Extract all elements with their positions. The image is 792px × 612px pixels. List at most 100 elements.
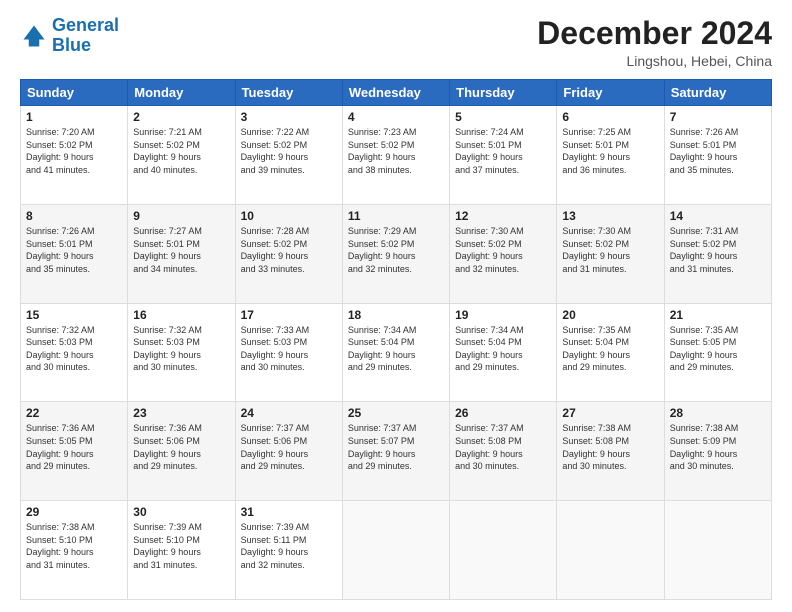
table-row: 16 Sunrise: 7:32 AMSunset: 5:03 PMDayligh… [128, 303, 235, 402]
calendar-week-row: 15 Sunrise: 7:32 AMSunset: 5:03 PMDayligh… [21, 303, 772, 402]
table-row: 1Sunrise: 7:20 AMSunset: 5:02 PMDaylight… [21, 106, 128, 205]
day-number: 12 [455, 209, 551, 223]
table-row: 10Sunrise: 7:28 AMSunset: 5:02 PMDayligh… [235, 204, 342, 303]
table-row: 15 Sunrise: 7:32 AMSunset: 5:03 PMDayligh… [21, 303, 128, 402]
day-number: 30 [133, 505, 229, 519]
day-info: Sunrise: 7:21 AMSunset: 5:02 PMDaylight:… [133, 126, 229, 176]
table-row: 17Sunrise: 7:33 AMSunset: 5:03 PMDayligh… [235, 303, 342, 402]
table-row: 29 Sunrise: 7:38 AMSunset: 5:10 PMDayligh… [21, 501, 128, 600]
table-row: 31 Sunrise: 7:39 AMSunset: 5:11 PMDayligh… [235, 501, 342, 600]
table-row: 23 Sunrise: 7:36 AMSunset: 5:06 PMDayligh… [128, 402, 235, 501]
day-number: 2 [133, 110, 229, 124]
day-info: Sunrise: 7:26 AMSunset: 5:01 PMDaylight:… [26, 225, 122, 275]
day-info: Sunrise: 7:39 AMSunset: 5:10 PMDaylight:… [133, 521, 229, 571]
day-info: Sunrise: 7:37 AMSunset: 5:06 PMDaylight:… [241, 422, 337, 472]
table-row: 12 Sunrise: 7:30 AMSunset: 5:02 PMDayligh… [450, 204, 557, 303]
table-row: 18 Sunrise: 7:34 AMSunset: 5:04 PMDayligh… [342, 303, 449, 402]
table-row: 24 Sunrise: 7:37 AMSunset: 5:06 PMDayligh… [235, 402, 342, 501]
col-monday: Monday [128, 80, 235, 106]
col-tuesday: Tuesday [235, 80, 342, 106]
day-number: 16 [133, 308, 229, 322]
day-info: Sunrise: 7:35 AMSunset: 5:04 PMDaylight:… [562, 324, 658, 374]
logo-line1: General [52, 16, 119, 36]
day-info: Sunrise: 7:32 AMSunset: 5:03 PMDaylight:… [133, 324, 229, 374]
day-number: 25 [348, 406, 444, 420]
day-number: 14 [670, 209, 766, 223]
day-info: Sunrise: 7:35 AMSunset: 5:05 PMDaylight:… [670, 324, 766, 374]
table-row: 22 Sunrise: 7:36 AMSunset: 5:05 PMDayligh… [21, 402, 128, 501]
day-number: 15 [26, 308, 122, 322]
col-thursday: Thursday [450, 80, 557, 106]
day-number: 17 [241, 308, 337, 322]
location: Lingshou, Hebei, China [537, 53, 772, 69]
day-info: Sunrise: 7:39 AMSunset: 5:11 PMDaylight:… [241, 521, 337, 571]
day-info: Sunrise: 7:30 AMSunset: 5:02 PMDaylight:… [455, 225, 551, 275]
day-number: 18 [348, 308, 444, 322]
table-row: 20 Sunrise: 7:35 AMSunset: 5:04 PMDayligh… [557, 303, 664, 402]
table-row: 30 Sunrise: 7:39 AMSunset: 5:10 PMDayligh… [128, 501, 235, 600]
day-info: Sunrise: 7:23 AMSunset: 5:02 PMDaylight:… [348, 126, 444, 176]
table-row: 28 Sunrise: 7:38 AMSunset: 5:09 PMDayligh… [664, 402, 771, 501]
day-number: 8 [26, 209, 122, 223]
day-info: Sunrise: 7:30 AMSunset: 5:02 PMDaylight:… [562, 225, 658, 275]
day-number: 23 [133, 406, 229, 420]
day-info: Sunrise: 7:36 AMSunset: 5:06 PMDaylight:… [133, 422, 229, 472]
table-row: 25Sunrise: 7:37 AMSunset: 5:07 PMDayligh… [342, 402, 449, 501]
header: General Blue December 2024 Lingshou, Heb… [20, 16, 772, 69]
day-info: Sunrise: 7:22 AMSunset: 5:02 PMDaylight:… [241, 126, 337, 176]
calendar-week-row: 8 Sunrise: 7:26 AMSunset: 5:01 PMDaylight… [21, 204, 772, 303]
logo: General Blue [20, 16, 119, 56]
table-row: 4 Sunrise: 7:23 AMSunset: 5:02 PMDaylight… [342, 106, 449, 205]
calendar-table: Sunday Monday Tuesday Wednesday Thursday… [20, 79, 772, 600]
day-number: 31 [241, 505, 337, 519]
day-number: 4 [348, 110, 444, 124]
page: General Blue December 2024 Lingshou, Heb… [0, 0, 792, 612]
table-row: 13 Sunrise: 7:30 AMSunset: 5:02 PMDayligh… [557, 204, 664, 303]
day-info: Sunrise: 7:38 AMSunset: 5:08 PMDaylight:… [562, 422, 658, 472]
table-row: 5Sunrise: 7:24 AMSunset: 5:01 PMDaylight… [450, 106, 557, 205]
col-friday: Friday [557, 80, 664, 106]
table-row: 7Sunrise: 7:26 AMSunset: 5:01 PMDaylight… [664, 106, 771, 205]
calendar-week-row: 1Sunrise: 7:20 AMSunset: 5:02 PMDaylight… [21, 106, 772, 205]
month-title: December 2024 [537, 16, 772, 51]
logo-line2: Blue [52, 36, 91, 56]
day-info: Sunrise: 7:25 AMSunset: 5:01 PMDaylight:… [562, 126, 658, 176]
logo-icon [20, 22, 48, 50]
day-number: 13 [562, 209, 658, 223]
table-row [450, 501, 557, 600]
table-row: 3Sunrise: 7:22 AMSunset: 5:02 PMDaylight… [235, 106, 342, 205]
day-info: Sunrise: 7:20 AMSunset: 5:02 PMDaylight:… [26, 126, 122, 176]
day-number: 24 [241, 406, 337, 420]
day-number: 28 [670, 406, 766, 420]
col-sunday: Sunday [21, 80, 128, 106]
day-info: Sunrise: 7:29 AMSunset: 5:02 PMDaylight:… [348, 225, 444, 275]
day-number: 29 [26, 505, 122, 519]
table-row: 14Sunrise: 7:31 AMSunset: 5:02 PMDayligh… [664, 204, 771, 303]
day-info: Sunrise: 7:37 AMSunset: 5:08 PMDaylight:… [455, 422, 551, 472]
day-info: Sunrise: 7:38 AMSunset: 5:10 PMDaylight:… [26, 521, 122, 571]
col-saturday: Saturday [664, 80, 771, 106]
title-block: December 2024 Lingshou, Hebei, China [537, 16, 772, 69]
day-number: 6 [562, 110, 658, 124]
table-row: 2 Sunrise: 7:21 AMSunset: 5:02 PMDaylight… [128, 106, 235, 205]
day-info: Sunrise: 7:32 AMSunset: 5:03 PMDaylight:… [26, 324, 122, 374]
day-info: Sunrise: 7:26 AMSunset: 5:01 PMDaylight:… [670, 126, 766, 176]
day-number: 19 [455, 308, 551, 322]
table-row: 8 Sunrise: 7:26 AMSunset: 5:01 PMDaylight… [21, 204, 128, 303]
day-number: 9 [133, 209, 229, 223]
table-row: 21Sunrise: 7:35 AMSunset: 5:05 PMDayligh… [664, 303, 771, 402]
table-row: 11 Sunrise: 7:29 AMSunset: 5:02 PMDayligh… [342, 204, 449, 303]
table-row [664, 501, 771, 600]
day-number: 5 [455, 110, 551, 124]
day-number: 22 [26, 406, 122, 420]
day-info: Sunrise: 7:36 AMSunset: 5:05 PMDaylight:… [26, 422, 122, 472]
table-row: 19Sunrise: 7:34 AMSunset: 5:04 PMDayligh… [450, 303, 557, 402]
table-row [557, 501, 664, 600]
table-row: 6 Sunrise: 7:25 AMSunset: 5:01 PMDaylight… [557, 106, 664, 205]
day-info: Sunrise: 7:34 AMSunset: 5:04 PMDaylight:… [348, 324, 444, 374]
calendar-week-row: 22 Sunrise: 7:36 AMSunset: 5:05 PMDayligh… [21, 402, 772, 501]
day-info: Sunrise: 7:38 AMSunset: 5:09 PMDaylight:… [670, 422, 766, 472]
day-number: 11 [348, 209, 444, 223]
table-row: 9Sunrise: 7:27 AMSunset: 5:01 PMDaylight… [128, 204, 235, 303]
day-number: 20 [562, 308, 658, 322]
